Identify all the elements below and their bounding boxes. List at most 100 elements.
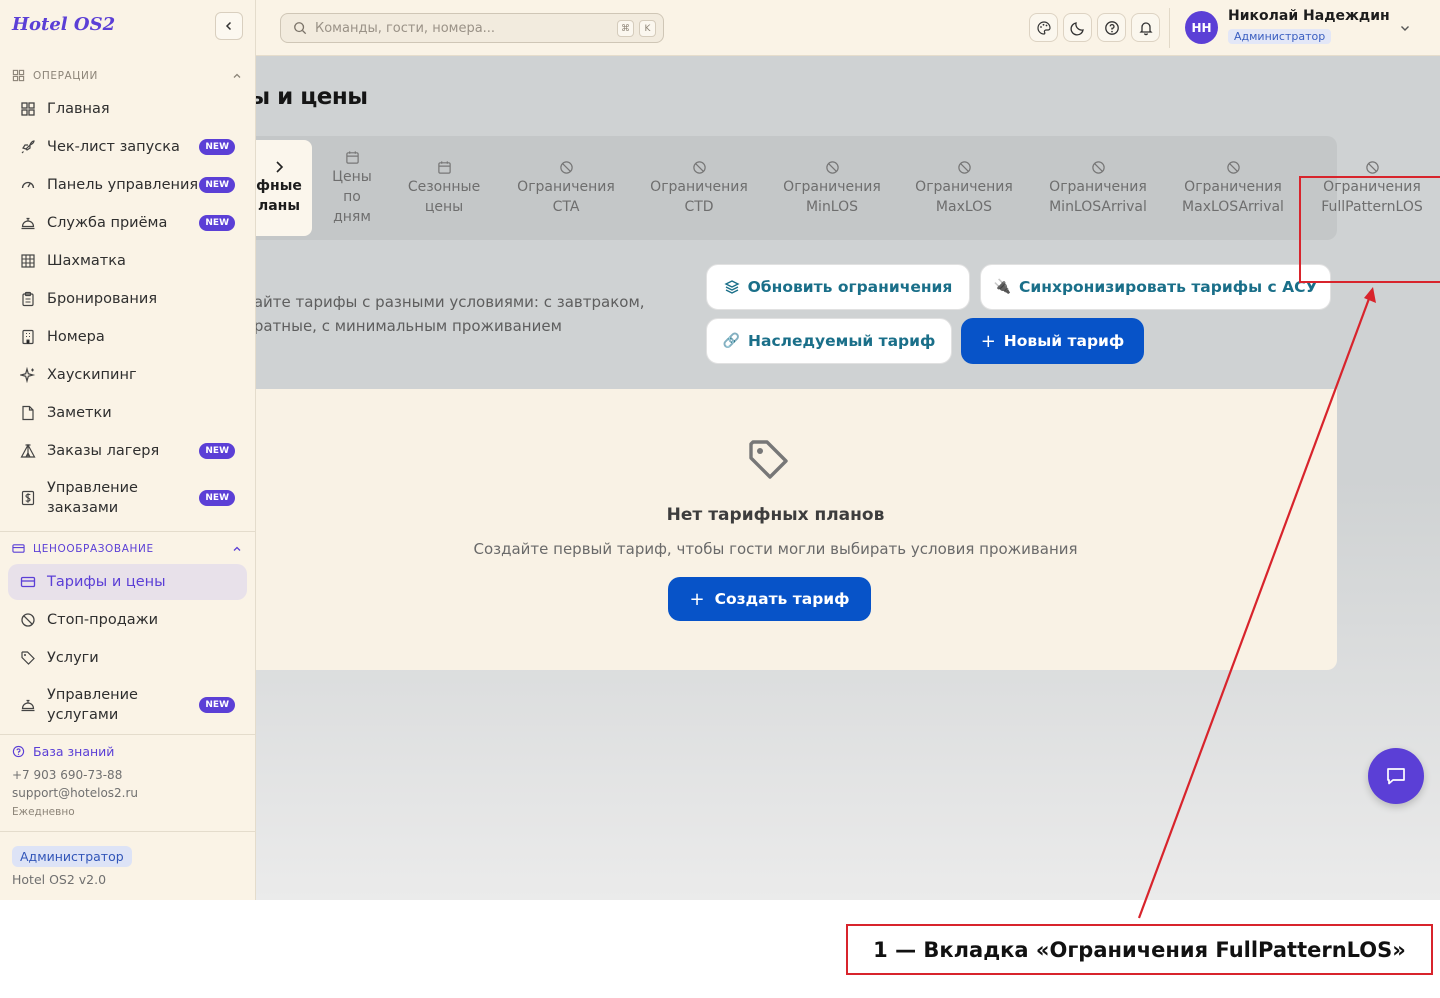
new-badge: NEW [199, 215, 235, 231]
sidebar-item-rooms[interactable]: Номера [8, 318, 247, 356]
user-name: Николай Надеждин [1228, 8, 1390, 24]
annotation-label: 1 — Вкладка «Ограничения FullPatternLOS» [846, 924, 1433, 975]
search-icon [294, 22, 307, 35]
app-logo[interactable]: Hotel OS2 [12, 14, 115, 35]
tab-label: Ограничения CTA [517, 178, 615, 215]
tag-icon [21, 651, 35, 665]
tab-restrictions-maxlosarrival[interactable]: Ограничения MaxLOSArrival [1174, 140, 1292, 236]
sidebar-item-rates[interactable]: Тарифы и цены [8, 564, 247, 600]
dashboard-icon [21, 102, 35, 116]
tab-label: фные ланы [256, 178, 302, 214]
sync-rates-button[interactable]: 🔌 Синхронизировать тарифы с АСУ [980, 264, 1331, 310]
notifications-button[interactable] [1131, 13, 1160, 42]
grid-icon [21, 254, 35, 268]
create-rate-button[interactable]: + Создать тариф [668, 577, 871, 621]
sidebar-item-front-desk[interactable]: Служба приёма NEW [8, 204, 247, 242]
ban-icon [825, 160, 839, 174]
sidebar-item-launch-checklist[interactable]: Чек-лист запуска NEW [8, 128, 247, 166]
top-bar: Команды, гости, номера... ⌘ K НН Николай… [256, 0, 1440, 56]
ban-icon [559, 160, 573, 174]
divider [1169, 8, 1170, 48]
tab-restrictions-ctd[interactable]: Ограничения CTD [642, 140, 756, 236]
inherited-rate-button[interactable]: 🔗 Наследуемый тариф [706, 318, 952, 364]
empty-state-card: Нет тарифных планов Создайте первый тари… [214, 389, 1337, 670]
sidebar-item-camp-orders[interactable]: Заказы лагеря NEW [8, 432, 247, 470]
new-badge: NEW [199, 177, 235, 193]
bell-service-icon [21, 217, 35, 230]
sidebar-item-order-management[interactable]: Управление заказами NEW [8, 470, 247, 526]
new-badge: NEW [199, 443, 235, 459]
app-window: фы и цены фные ланы Цены по дням Сезонны… [0, 0, 1440, 900]
search-placeholder: Команды, гости, номера... [315, 20, 496, 36]
shortcut-key: K [639, 20, 656, 37]
role-badge: Администратор [12, 846, 132, 867]
ban-icon [1365, 160, 1379, 174]
chat-icon [1387, 768, 1405, 785]
tab-restrictions-maxlos[interactable]: Ограничения MaxLOS [907, 140, 1021, 236]
sidebar-item-notes[interactable]: Заметки [8, 394, 247, 432]
sidebar-item-stop-sales[interactable]: Стоп-продажи [8, 601, 247, 639]
empty-state-title: Нет тарифных планов [666, 505, 885, 525]
tab-label: Цены по дням [332, 168, 372, 225]
theme-palette-button[interactable] [1029, 13, 1058, 42]
rocket-icon [21, 140, 35, 154]
sparkles-icon [20, 367, 36, 383]
knowledge-base-link[interactable]: База знаний [12, 744, 114, 759]
layers-icon [724, 280, 740, 294]
sidebar-item-control-panel[interactable]: Панель управления NEW [8, 166, 247, 204]
tab-restrictions-minlos[interactable]: Ограничения MinLOS [775, 140, 889, 236]
help-button[interactable] [1097, 13, 1126, 42]
tab-label: Ограничения CTD [650, 178, 748, 215]
sidebar-item-service-management[interactable]: Управление услугами NEW [8, 677, 247, 733]
tab-label: Ограничения MinLOSArrival [1049, 178, 1147, 215]
sidebar-item-home[interactable]: Главная [8, 90, 247, 128]
support-schedule: Ежедневно [12, 806, 75, 818]
divider [0, 831, 255, 832]
search-input[interactable]: Команды, гости, номера... ⌘ K [280, 13, 664, 43]
new-badge: NEW [199, 697, 235, 713]
collapse-sidebar-button[interactable] [215, 12, 243, 40]
chevron-right-icon [276, 161, 284, 173]
shortcut-key: ⌘ [617, 20, 634, 37]
empty-state-text: Создайте первый тариф, чтобы гости могли… [473, 540, 1078, 558]
tab-seasonal-prices[interactable]: Сезонные цены [396, 140, 492, 236]
support-phone[interactable]: +7 903 690-73-88 [12, 768, 122, 782]
chevron-up-icon [233, 546, 241, 551]
chevron-down-icon[interactable] [1399, 22, 1411, 34]
gauge-icon [21, 181, 35, 189]
divider [0, 734, 255, 735]
ban-icon [957, 160, 971, 174]
section-pricing[interactable]: ЦЕНООБРАЗОВАНИЕ [12, 542, 244, 555]
dark-mode-button[interactable] [1063, 13, 1092, 42]
tab-label: Ограничения MinLOS [783, 178, 881, 215]
new-badge: NEW [199, 139, 235, 155]
note-icon [22, 405, 34, 421]
card-icon [20, 576, 36, 588]
new-badge: NEW [199, 490, 235, 506]
link-icon: 🔗 [722, 333, 741, 349]
support-email[interactable]: support@hotelos2.ru [12, 786, 138, 800]
sidebar-item-housekeeping[interactable]: Хаускипинг [8, 356, 247, 394]
section-operations[interactable]: ОПЕРАЦИИ [12, 69, 244, 82]
sidebar-item-chessboard[interactable]: Шахматка [8, 242, 247, 280]
palette-icon [1036, 20, 1051, 35]
bell-service-icon [21, 699, 35, 712]
new-rate-button[interactable]: + Новый тариф [961, 318, 1144, 364]
sidebar-item-bookings[interactable]: Бронирования [8, 280, 247, 318]
chevron-left-icon [225, 21, 232, 31]
avatar[interactable]: НН [1185, 11, 1218, 44]
clipboard-icon [22, 291, 34, 307]
help-icon [1104, 20, 1119, 35]
dollar-doc-icon [21, 490, 35, 506]
tab-restrictions-minlosarrival[interactable]: Ограничения MinLOSArrival [1040, 140, 1156, 236]
card-icon [12, 544, 25, 553]
tab-daily-prices[interactable]: Цены по дням [322, 140, 382, 236]
sidebar-item-services[interactable]: Услуги [8, 639, 247, 677]
tag-icon [749, 440, 788, 479]
chat-button[interactable] [1368, 748, 1424, 804]
page-description: вайте тарифы с разными условиями: с завт… [245, 293, 645, 335]
refresh-restrictions-button[interactable]: Обновить ограничения [706, 264, 970, 310]
ban-icon [1226, 160, 1240, 174]
plug-icon: 🔌 [993, 279, 1011, 295]
tab-restrictions-cta[interactable]: Ограничения CTA [509, 140, 623, 236]
